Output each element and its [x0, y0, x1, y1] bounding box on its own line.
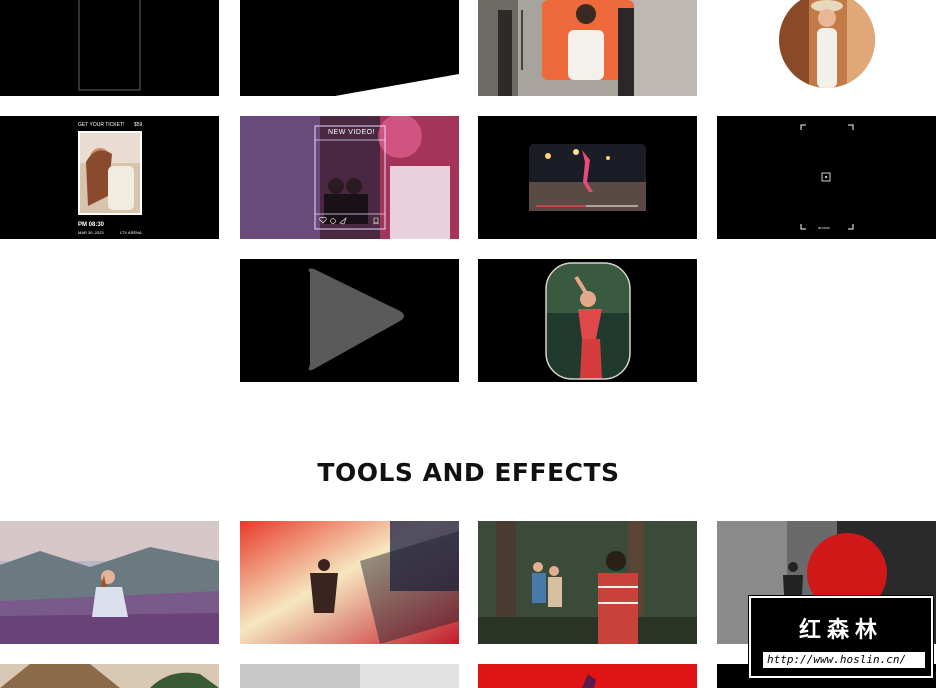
ticket-date: MAR 30, 2023	[78, 230, 104, 235]
rounded-dancer-photo	[545, 262, 631, 380]
effect-thumb-gray-scene[interactable]	[240, 664, 459, 688]
effect-thumb-tropical-hut[interactable]	[0, 664, 219, 688]
light-leak-photo	[240, 521, 459, 644]
template-thumb-phone-frame[interactable]	[0, 0, 219, 96]
lavender-field-photo	[0, 521, 219, 644]
template-thumb-slant-transition[interactable]	[240, 0, 459, 96]
slant-white-shape	[335, 74, 459, 96]
ticket-venue: LTV ARENA	[120, 230, 142, 235]
template-thumb-camera-frame[interactable]: 00:00:00	[717, 116, 936, 239]
template-thumb-video-player[interactable]	[478, 116, 697, 239]
effect-thumb-forest-group[interactable]	[478, 521, 697, 644]
red-figure-photo	[478, 664, 697, 688]
ticket-photo	[78, 131, 142, 215]
ticket-header: GET YOUR TICKET!	[78, 122, 125, 128]
heart-icon	[319, 216, 327, 224]
circle-portrait-photo	[779, 0, 875, 88]
template-thumb-new-video-post[interactable]: NEW VIDEO!	[240, 116, 459, 239]
watermark-title: 红森林	[798, 618, 883, 643]
play-icon	[308, 268, 404, 371]
ticket-price: $59	[134, 122, 143, 128]
gray-scene-photo	[240, 664, 459, 688]
watermark-badge: 红森林 http://www.hoslin.cn/	[749, 596, 933, 678]
watermark-url: http://www.hoslin.cn/	[763, 652, 925, 668]
comment-icon	[330, 218, 336, 224]
camera-frame-corners	[800, 124, 854, 230]
bookmark-icon	[373, 217, 379, 225]
studio-photo	[478, 0, 697, 96]
effect-thumb-light-leak[interactable]	[240, 521, 459, 644]
tropical-hut-photo	[0, 664, 219, 688]
tools-section-title: TOOLS AND EFFECTS	[317, 458, 620, 487]
ticket-time: PM 08:30	[78, 222, 105, 228]
share-icon	[339, 217, 347, 225]
template-thumb-circle-portrait[interactable]	[717, 0, 936, 96]
post-action-icons	[319, 216, 379, 225]
forest-group-photo	[478, 521, 697, 644]
effect-thumb-lavender-field[interactable]	[0, 521, 219, 644]
template-thumb-studio-shoot[interactable]	[478, 0, 697, 96]
effect-thumb-red-figure[interactable]	[478, 664, 697, 688]
video-player-photo	[529, 144, 646, 211]
phone-frame-outline	[78, 0, 141, 91]
template-thumb-ticket[interactable]: GET YOUR TICKET! $59 PM 08:30 MAR 30, 20…	[0, 116, 219, 239]
focus-icon	[821, 172, 831, 182]
template-thumb-rounded-dancer[interactable]	[478, 259, 697, 382]
camera-readout: 00:00:00	[818, 226, 830, 230]
template-thumb-play-button[interactable]	[240, 259, 459, 382]
